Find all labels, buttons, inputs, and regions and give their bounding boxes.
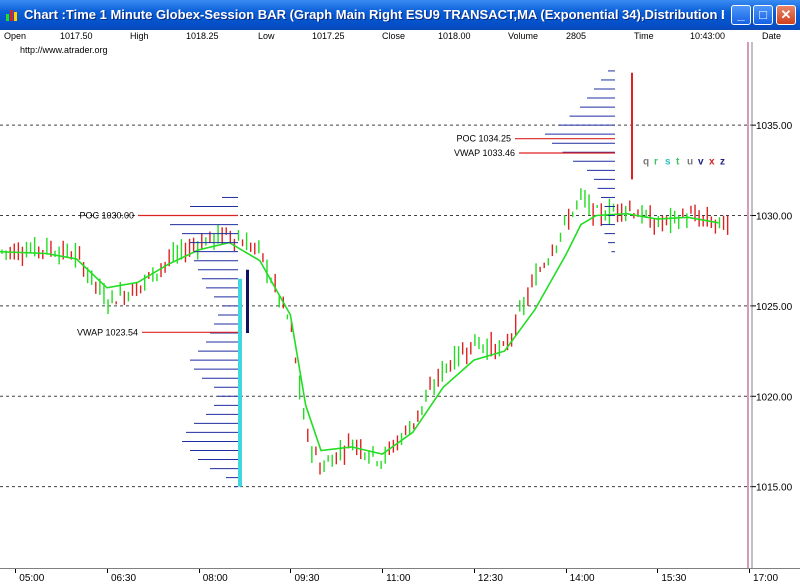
price-tick-label: 1035.00 [756, 121, 793, 132]
time-tick [382, 569, 384, 573]
date-label: Date [762, 31, 782, 41]
value-area-bar [238, 278, 242, 487]
title-bar[interactable]: Chart :Time 1 Minute Globex-Session BAR … [0, 0, 800, 30]
time-tick [749, 569, 751, 573]
tpo-letter: v [698, 156, 704, 167]
time-label: Time [634, 31, 654, 41]
close-value: 1018.00 [438, 31, 471, 41]
volume-label: Volume [508, 31, 539, 41]
tpo-letter: q [643, 156, 649, 167]
window-title: Chart :Time 1 Minute Globex-Session BAR … [24, 7, 724, 22]
price-tick-label: 1025.00 [756, 302, 793, 313]
time-tick [565, 569, 567, 573]
time-tick [290, 569, 292, 573]
time-tick [473, 569, 475, 573]
session-range-bar [246, 269, 249, 334]
high-label: High [130, 31, 149, 41]
quote-info-bar: Open 1017.50 High 1018.25 Low 1017.25 Cl… [0, 30, 800, 42]
tpo-letter: t [676, 156, 680, 167]
time-tick-label: 06:30 [111, 573, 137, 584]
close-button[interactable]: ✕ [776, 5, 796, 25]
time-axis: 05:00 06:30 08:00 09:30 11:00 12:30 14:00 15:30… [0, 568, 800, 588]
time-tick [15, 569, 17, 573]
tpo-letter: z [720, 156, 725, 167]
tpo-letter: u [687, 156, 693, 167]
low-value: 1017.25 [312, 31, 345, 41]
time-tick-label: 15:30 [661, 573, 687, 584]
vwap-label: VWAP 1033.46 [454, 148, 515, 158]
chart-app-icon [6, 10, 17, 21]
chart-plot-area[interactable]: 1015.00 1020.00 1025.00 1030.00 1035.00 POC 1… [0, 42, 800, 568]
time-tick-label: 09:30 [294, 573, 320, 584]
tpo-letter: s [665, 156, 671, 167]
time-value: 10:43:00 [690, 31, 726, 41]
time-tick [657, 569, 659, 573]
open-value: 1017.50 [60, 31, 93, 41]
time-tick-label: 11:00 [386, 573, 411, 584]
poc-label: POC 1034.25 [456, 134, 511, 144]
price-tick-label: 1030.00 [756, 212, 793, 223]
tpo-letter: r [654, 156, 658, 167]
time-tick-label: 14:00 [569, 573, 595, 584]
time-tick-label: 17:00 [753, 573, 779, 584]
chart-window: Chart :Time 1 Minute Globex-Session BAR … [0, 0, 800, 588]
open-label: Open [4, 31, 27, 41]
time-tick-label: 05:00 [19, 573, 45, 584]
time-tick-label: 08:00 [202, 573, 228, 584]
tpo-letter: x [709, 156, 715, 167]
low-label: Low [258, 31, 275, 41]
price-tick-label: 1020.00 [756, 392, 793, 403]
price-tick-label: 1015.00 [756, 483, 793, 494]
poc-label: POC 1030.00 [79, 211, 134, 221]
time-tick [107, 569, 108, 573]
maximize-button[interactable]: □ [753, 5, 773, 25]
price-chart[interactable]: 1015.00 1020.00 1025.00 1030.00 1035.00 POC 1… [0, 42, 800, 568]
volume-value: 2805 [566, 31, 587, 41]
time-tick-label: 12:30 [477, 573, 503, 584]
watermark-url: http://www.atrader.org [20, 45, 108, 55]
time-tick [198, 569, 200, 573]
vwap-label: VWAP 1023.54 [77, 327, 138, 337]
minimize-button[interactable]: _ [731, 5, 751, 25]
high-value: 1018.25 [186, 31, 219, 41]
close-label: Close [382, 31, 406, 41]
